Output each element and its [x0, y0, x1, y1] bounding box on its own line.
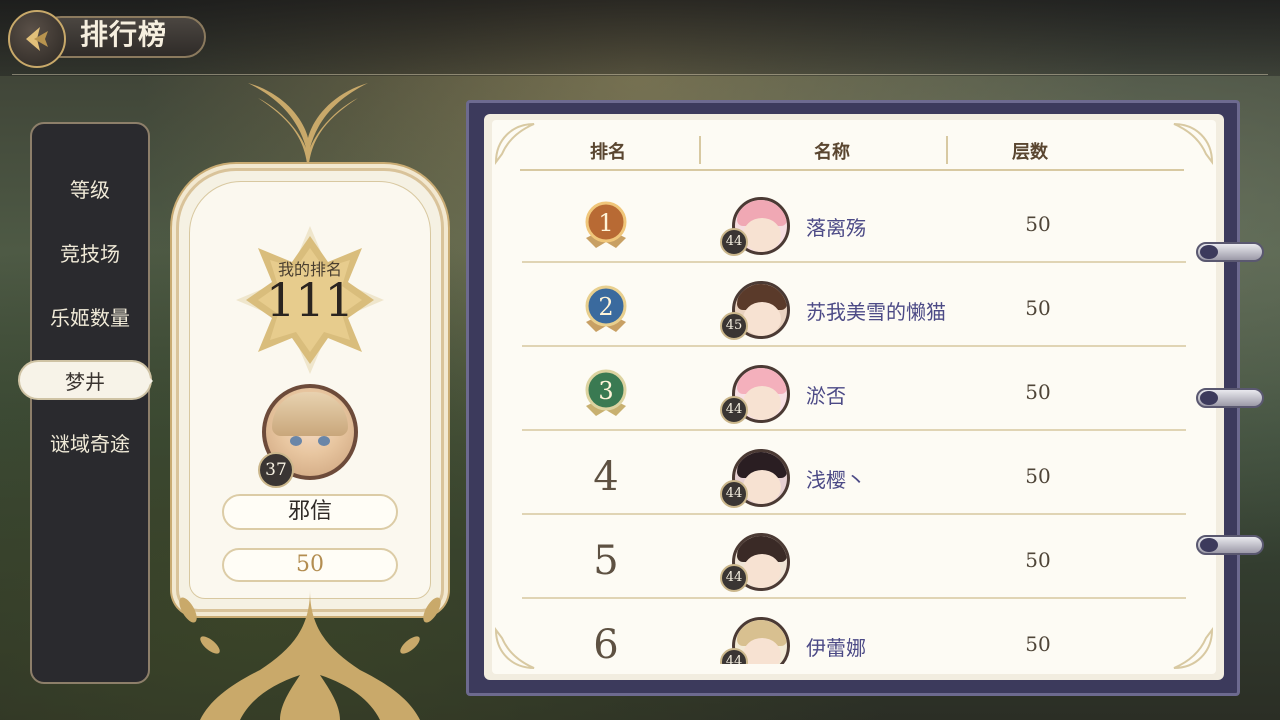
my-floors: 50: [222, 548, 398, 582]
column-divider: [699, 136, 701, 164]
player-level-badge: 44: [720, 480, 748, 508]
player-floors: 50: [1025, 380, 1051, 404]
tree-ornament-top: [248, 83, 368, 178]
player-floors: 50: [1025, 464, 1051, 488]
svg-text:3: 3: [598, 377, 613, 405]
leaderboard-row[interactable]: 2 45 苏我美雪的懒猫 50: [522, 268, 1186, 352]
active-indicator-arrow: [145, 373, 153, 389]
player-name: 浅樱丶: [806, 468, 866, 492]
column-header-floors: 层数: [1012, 142, 1048, 163]
player-name: 苏我美雪的懒猫: [806, 300, 946, 324]
row-divider: [522, 345, 1186, 347]
corner-ornament-icon: [1173, 123, 1214, 166]
blue-medal-icon: 2: [585, 285, 627, 332]
rank-number: 6: [593, 622, 619, 664]
sidebar-item-level[interactable]: 等级: [30, 170, 150, 210]
binder-ring-icon: [1196, 388, 1264, 408]
player-name: 淤否: [806, 384, 846, 408]
rank-number: 5: [593, 538, 619, 584]
rank-number: 4: [593, 454, 619, 500]
tree-ornament-bottom: [179, 590, 441, 720]
player-level-badge: 44: [720, 396, 748, 424]
svg-text:2: 2: [598, 293, 613, 321]
player-floors: 50: [1025, 632, 1051, 656]
sidebar-item-mystery-journey[interactable]: 谜域奇途: [30, 424, 150, 464]
player-floors: 50: [1025, 548, 1051, 572]
leaderboard-row[interactable]: 5 44 50: [522, 520, 1186, 604]
sidebar-item-dream-well[interactable]: 梦井: [18, 360, 152, 400]
column-header-name: 名称: [814, 142, 850, 163]
my-name: 邪信: [222, 494, 398, 530]
player-level-badge: 44: [720, 564, 748, 592]
player-level-badge: 44: [720, 228, 748, 256]
player-floors: 50: [1025, 296, 1051, 320]
corner-ornament-icon: [494, 123, 535, 166]
binder-ring-icon: [1196, 242, 1264, 262]
my-rank-value: 111: [266, 273, 354, 327]
sidebar-item-arena[interactable]: 竞技场: [30, 234, 150, 274]
row-divider: [522, 513, 1186, 515]
my-level-badge: 37: [258, 452, 294, 488]
player-name: 伊蕾娜: [806, 636, 866, 660]
header-divider: [12, 74, 1268, 75]
binder-ring-icon: [1196, 535, 1264, 555]
row-clip: 6 44 伊蕾娜 50: [522, 604, 1186, 664]
player-name: 落离殇: [806, 216, 866, 240]
page-title: 排行榜: [80, 18, 168, 51]
leaderboard-row[interactable]: 3 44 淤否 50: [522, 352, 1186, 436]
header-rule: [520, 169, 1184, 171]
gold-medal-icon: 1: [585, 201, 627, 248]
leaderboard-row[interactable]: 1 44 落离殇 50: [522, 184, 1186, 268]
sidebar-item-idol-count[interactable]: 乐姬数量: [30, 298, 150, 338]
player-level-badge: 45: [720, 312, 748, 340]
svg-text:1: 1: [598, 209, 613, 237]
column-divider: [946, 136, 948, 164]
green-medal-icon: 3: [585, 369, 627, 416]
back-button[interactable]: [8, 10, 66, 68]
row-divider: [522, 597, 1186, 599]
player-floors: 50: [1025, 212, 1051, 236]
back-arrow-icon: [26, 27, 48, 51]
leaderboard-row[interactable]: 6 44 伊蕾娜 50: [522, 604, 1186, 664]
row-divider: [522, 429, 1186, 431]
leaderboard-row[interactable]: 4 44 浅樱丶 50: [522, 436, 1186, 520]
row-divider: [522, 261, 1186, 263]
column-header-rank: 排名: [590, 142, 626, 163]
